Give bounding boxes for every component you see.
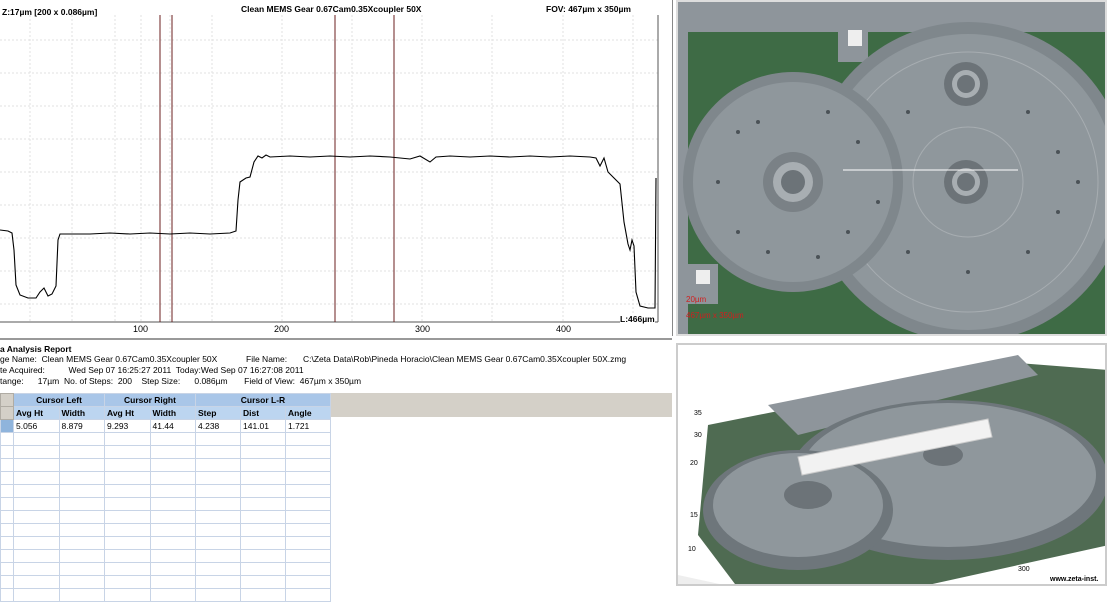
group-cursor-right: Cursor Right xyxy=(104,393,196,407)
date-acquired: te Acquired: Wed Sep 07 16:25:27 2011 To… xyxy=(0,365,304,375)
col-dist: Dist xyxy=(240,406,286,420)
profile-line xyxy=(0,154,657,309)
col-avg-ht-right: Avg Ht xyxy=(104,406,151,420)
image-name: ge Name: Clean MEMS Gear 0.67Cam0.35Xcou… xyxy=(0,354,218,364)
table-row xyxy=(0,523,331,537)
table-row xyxy=(0,575,331,589)
table-row xyxy=(0,471,331,485)
results-table[interactable]: Cursor Left Cursor Right Cursor L-R Avg … xyxy=(0,393,331,602)
cell-right-width: 41.44 xyxy=(149,419,196,433)
cell-right-avg-ht: 9.293 xyxy=(104,419,151,433)
cursor-lines xyxy=(159,15,395,322)
watermark: www.zeta-inst. xyxy=(1049,576,1098,583)
table-row xyxy=(0,549,331,563)
3d-surface-view[interactable]: 35 30 20 15 10 300 www.zeta-inst. xyxy=(676,343,1107,586)
col-step: Step xyxy=(195,406,241,420)
report-heading: a Analysis Report xyxy=(0,344,72,354)
range-info: tange: 17µm No. of Steps: 200 Step Size:… xyxy=(0,376,362,386)
table-row xyxy=(0,445,331,459)
x-tick-300: 300 xyxy=(415,324,430,334)
profile-plot[interactable]: 100 200 300 400 xyxy=(0,0,672,336)
scale-text-2: 467µm x 350µm xyxy=(686,311,744,320)
table-row xyxy=(0,510,331,524)
x-tick-400: 400 xyxy=(556,324,571,334)
cell-step: 4.238 xyxy=(195,419,241,433)
profile-panel[interactable]: Z:17µm [200 x 0.086µm] Clean MEMS Gear 0… xyxy=(0,0,673,336)
x-axis-label-300: 300 xyxy=(1018,566,1030,573)
table-row xyxy=(0,484,331,498)
cell-left-width: 8.879 xyxy=(58,419,105,433)
gear-image-2d: 20µm 467µm x 350µm xyxy=(678,2,1105,334)
group-cursor-left: Cursor Left xyxy=(13,393,105,407)
table-row[interactable]: 5.056 8.879 9.293 41.44 4.238 141.01 1.7… xyxy=(0,419,331,433)
x-tick-100: 100 xyxy=(133,324,148,334)
axis-label-10: 10 xyxy=(688,546,696,553)
length-label: L:466µm xyxy=(620,314,655,324)
cell-dist: 141.01 xyxy=(240,419,286,433)
table-row xyxy=(0,562,331,576)
axis-label-20: 20 xyxy=(690,460,698,467)
gear-image-3d: 35 30 20 15 10 300 www.zeta-inst. xyxy=(678,345,1105,584)
table-row xyxy=(0,536,331,550)
scale-text-1: 20µm xyxy=(686,295,707,304)
optical-image-2d[interactable]: 20µm 467µm x 350µm xyxy=(676,0,1107,336)
cell-angle: 1.721 xyxy=(285,419,331,433)
col-width-right: Width xyxy=(149,406,196,420)
col-avg-ht-left: Avg Ht xyxy=(13,406,60,420)
group-cursor-lr: Cursor L-R xyxy=(195,393,331,407)
report-panel: a Analysis Report ge Name: Clean MEMS Ge… xyxy=(0,338,672,602)
file-name-value: C:\Zeta Data\Rob\Pineda Horacio\Clean ME… xyxy=(303,354,627,364)
col-angle: Angle xyxy=(285,406,331,420)
table-row xyxy=(0,497,331,511)
col-width-left: Width xyxy=(58,406,105,420)
table-row xyxy=(0,458,331,472)
file-name-label: File Name: xyxy=(246,354,288,364)
axis-label-15: 15 xyxy=(690,512,698,519)
grid xyxy=(0,15,658,322)
x-tick-200: 200 xyxy=(274,324,289,334)
axis-label-35: 35 xyxy=(694,410,702,417)
table-row xyxy=(0,588,331,602)
cell-left-avg-ht: 5.056 xyxy=(13,419,60,433)
axis-label-30: 30 xyxy=(694,432,702,439)
table-row xyxy=(0,432,331,446)
